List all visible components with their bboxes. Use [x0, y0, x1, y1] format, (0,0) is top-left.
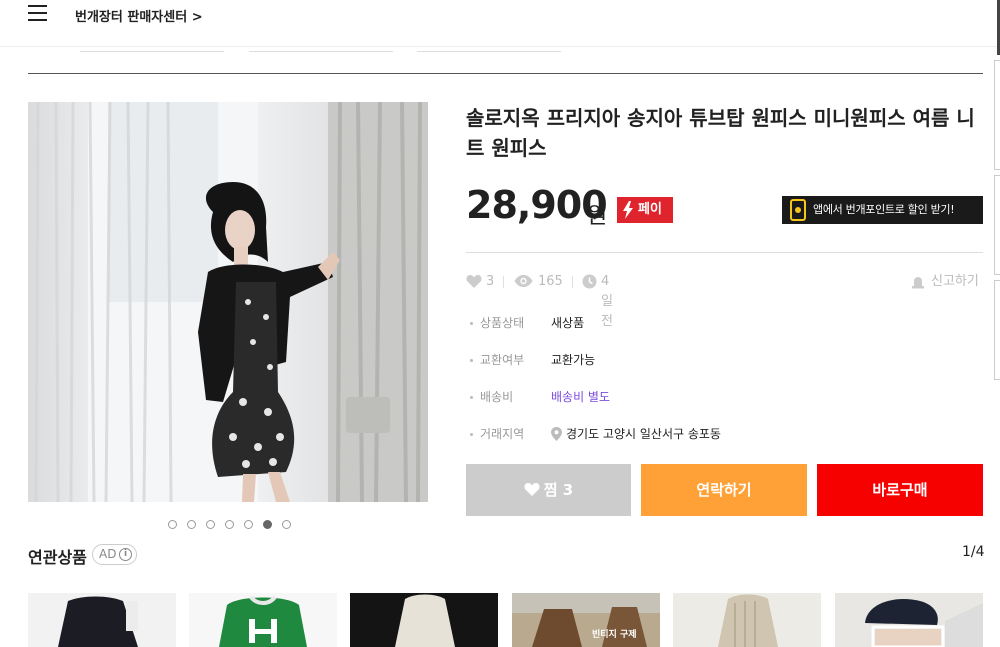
related-products-title: 연관상품	[28, 548, 87, 567]
lightning-icon	[623, 201, 633, 219]
green-sweater-thumbnail	[189, 593, 337, 647]
product-photo[interactable]	[28, 102, 428, 502]
detail-value: 교환가능	[551, 353, 596, 367]
bullet	[470, 396, 473, 399]
side-menu-item[interactable]	[994, 280, 1000, 380]
related-product-thumbnail[interactable]	[189, 593, 337, 647]
collapsed-field	[80, 32, 224, 52]
related-product-thumbnail[interactable]	[28, 593, 176, 647]
vintage-coat-thumbnail: 빈티지 구제	[512, 593, 660, 647]
shipping-fee-value: 배송비 별도	[551, 390, 611, 404]
pagination-dot[interactable]	[206, 520, 215, 529]
app-banner-text: 앱에서 번개포인트로 할인 받기!	[813, 203, 955, 216]
top-bar: 번개장터 판매자센터 >	[0, 0, 1000, 30]
buy-now-button[interactable]: 바로구매	[817, 464, 983, 516]
pagination-dot[interactable]	[282, 520, 291, 529]
likes-stat: 3	[466, 272, 494, 292]
stat-separator	[572, 276, 573, 288]
side-quick-menu	[994, 60, 1000, 380]
related-product-thumbnail[interactable]	[673, 593, 821, 647]
ad-label: AD	[99, 547, 117, 561]
pagination-dot[interactable]	[225, 520, 234, 529]
section-divider	[28, 73, 983, 74]
collapsed-field	[417, 32, 561, 52]
header-divider	[0, 46, 1000, 47]
side-menu-item[interactable]	[994, 60, 1000, 170]
ad-badge[interactable]: AD i	[92, 544, 137, 565]
detail-value: 새상품	[551, 316, 585, 330]
pay-badge-label: 페이	[638, 202, 662, 217]
pagination-dot[interactable]	[244, 520, 253, 529]
thumbnail-caption: 빈티지 구제	[592, 628, 637, 640]
related-product-thumbnail[interactable]	[835, 593, 983, 647]
views-count: 165	[538, 274, 563, 289]
bullet	[470, 359, 473, 362]
report-label: 신고하기	[931, 274, 979, 289]
views-stat: 165	[514, 272, 563, 292]
black-dress-thumbnail	[28, 593, 176, 647]
product-title: 솔로지옥 프리지아 송지아 튜브탑 원피스 미니원피스 여름 니트 원피스	[466, 106, 975, 160]
product-price: 28,900	[466, 183, 608, 227]
wishlist-label: 찜 3	[543, 481, 574, 499]
time-stat: 4일 전	[582, 272, 613, 329]
report-button[interactable]: 신고하기	[911, 272, 979, 292]
collapsed-search-row	[28, 32, 988, 54]
clock-icon	[582, 274, 597, 289]
app-discount-banner[interactable]: 앱에서 번개포인트로 할인 받기!	[782, 196, 983, 224]
pagination-dot[interactable]	[168, 520, 177, 529]
info-icon: i	[119, 548, 132, 561]
detail-label: 거래지역	[480, 427, 525, 441]
price-currency: 원	[587, 204, 608, 229]
heart-icon	[524, 483, 540, 496]
related-product-thumbnail[interactable]	[350, 593, 498, 647]
seller-center-link[interactable]: 번개장터 판매자센터 >	[75, 6, 203, 25]
related-product-thumbnail[interactable]: 빈티지 구제	[512, 593, 660, 647]
detail-label: 배송비	[480, 390, 514, 404]
collapsed-field	[249, 32, 393, 52]
heart-icon	[466, 275, 482, 288]
stat-separator	[503, 276, 504, 288]
location-value: 경기도 고양시 일산서구 송포동	[566, 427, 721, 441]
wishlist-button[interactable]: 찜 3	[466, 464, 631, 516]
price-divider	[466, 252, 983, 253]
location-pin-icon	[551, 427, 562, 441]
cap-model-thumbnail	[835, 593, 983, 647]
related-products-list: 빈티지 구제	[28, 593, 983, 647]
siren-icon	[912, 277, 924, 289]
contact-button[interactable]: 연락하기	[641, 464, 807, 516]
phone-icon	[790, 199, 806, 221]
time-ago: 4일 전	[601, 274, 613, 329]
product-photo-illustration	[34, 102, 428, 502]
side-menu-item[interactable]	[994, 175, 1000, 275]
eye-icon	[514, 275, 533, 287]
menu-icon[interactable]	[28, 4, 47, 22]
detail-label: 교환여부	[480, 353, 525, 367]
pagination-dot[interactable]	[187, 520, 196, 529]
pay-badge: 페이	[617, 197, 673, 223]
likes-count: 3	[486, 274, 495, 289]
knit-set-thumbnail	[673, 593, 821, 647]
pagination-dot-active[interactable]	[263, 520, 272, 529]
related-page-indicator: 1/4	[962, 544, 985, 560]
bullet	[470, 322, 473, 325]
bullet	[470, 433, 473, 436]
detail-label: 상품상태	[480, 316, 525, 330]
white-dress-thumbnail	[350, 593, 498, 647]
